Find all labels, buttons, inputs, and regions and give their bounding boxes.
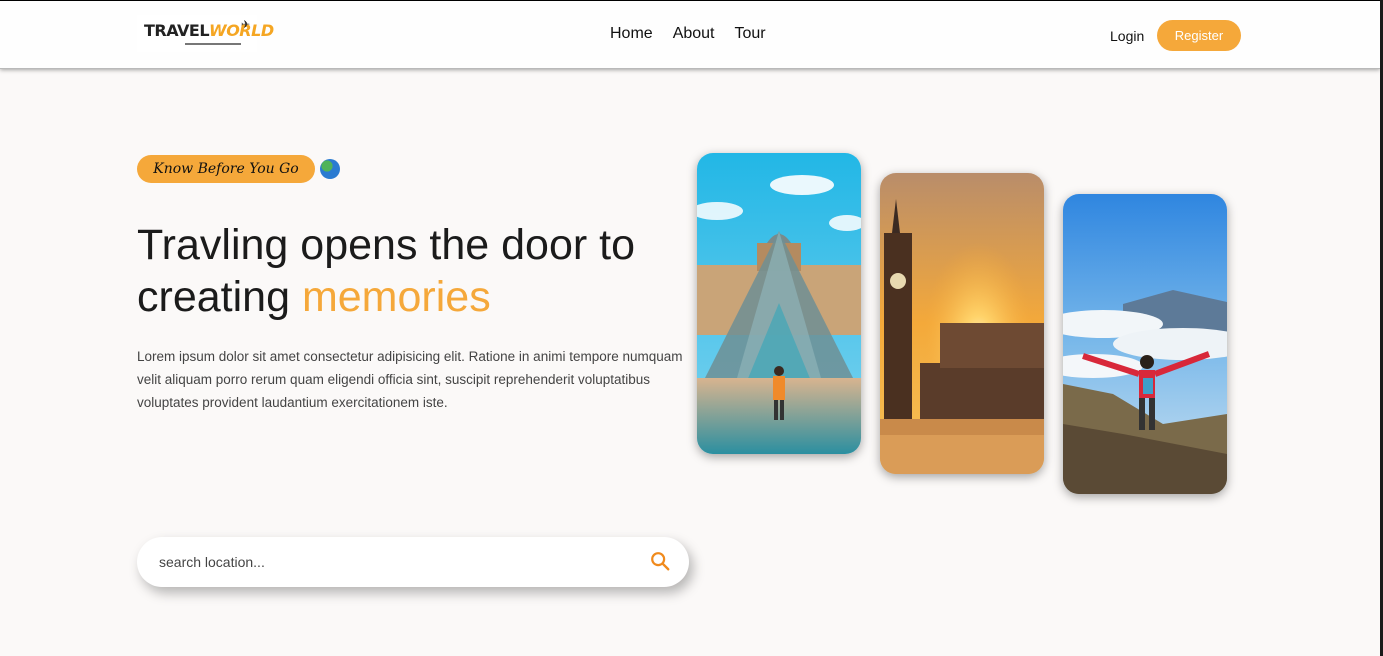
main-nav: Home About Tour (610, 25, 766, 43)
page: TRAVELWORLD ✈ Home About Tour Login Regi… (0, 0, 1380, 656)
logo[interactable]: TRAVELWORLD ✈ (137, 15, 274, 52)
hero-image-big-ben (880, 173, 1044, 474)
headline-accent: memories (301, 273, 491, 321)
register-button[interactable]: Register (1157, 20, 1241, 51)
search-input[interactable] (159, 551, 639, 573)
globe-icon (320, 159, 340, 179)
login-button[interactable]: Login (1110, 28, 1144, 44)
nav-tour[interactable]: Tour (735, 25, 766, 43)
logo-travel: TRAVEL (144, 21, 210, 40)
hero-headline: Travling opens the door to creating memo… (137, 219, 697, 323)
airplane-icon: ✈ (241, 19, 251, 31)
hero-image-mountain (1063, 194, 1227, 494)
hero-description: Lorem ipsum dolor sit amet consectetur a… (137, 349, 683, 410)
hero-image-louvre (697, 153, 861, 454)
nav-about[interactable]: About (673, 25, 715, 43)
header: TRAVELWORLD ✈ Home About Tour Login Regi… (0, 1, 1380, 69)
nav-home[interactable]: Home (610, 25, 653, 43)
logo-text: TRAVELWORLD (144, 21, 274, 40)
logo-subtitle-line (185, 43, 241, 45)
search-bar (137, 537, 689, 587)
search-icon[interactable] (649, 550, 671, 572)
tagline-badge: Know Before You Go (137, 155, 315, 183)
